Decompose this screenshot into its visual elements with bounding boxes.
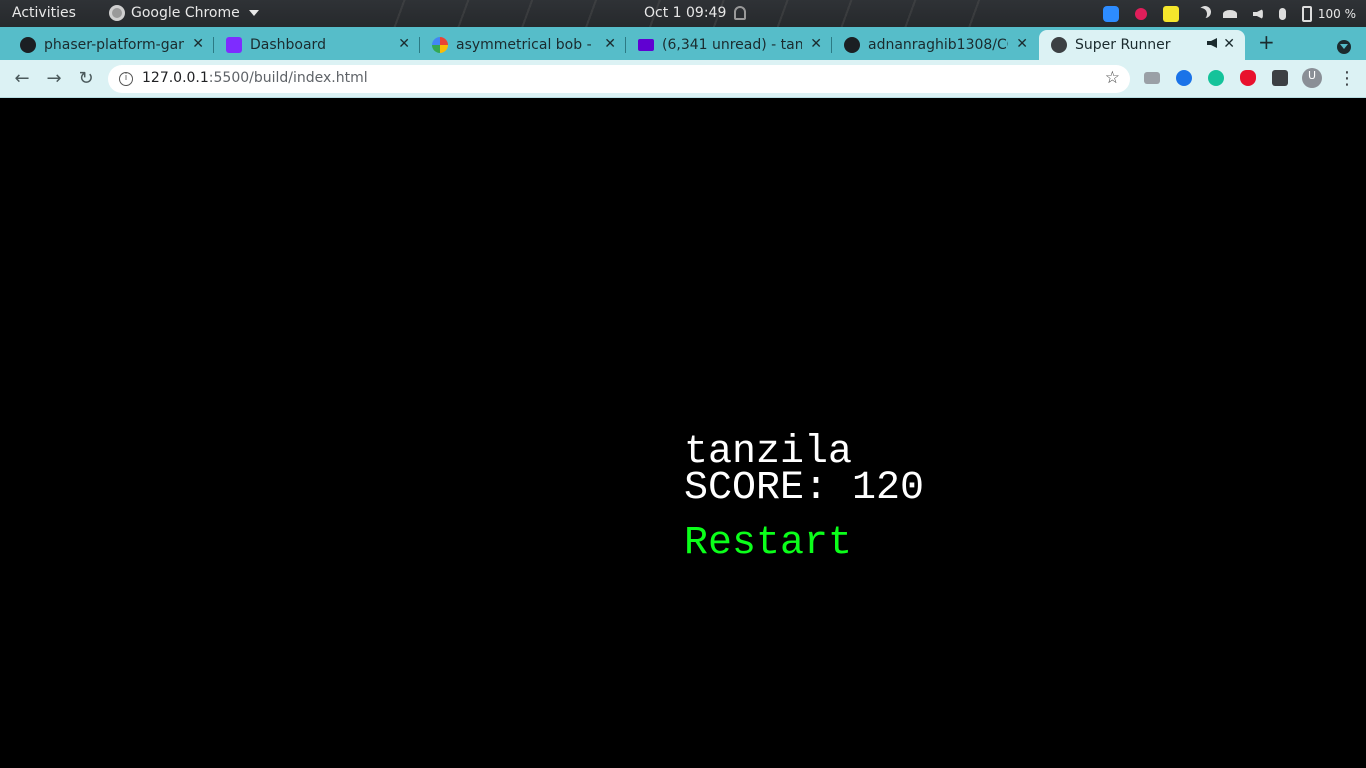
tab-github-repo[interactable]: adnanraghib1308/CC ✕: [824, 30, 1038, 60]
tab-title: asymmetrical bob - G: [456, 37, 596, 53]
chevron-down-icon: [248, 10, 259, 16]
url-path: :5500/build/index.html: [208, 70, 368, 86]
os-top-bar: Activities Google Chrome Oct 1 09:49 100…: [0, 0, 1366, 27]
microphone-icon: [1278, 8, 1286, 20]
tab-google-search[interactable]: asymmetrical bob - G ✕: [412, 30, 626, 60]
night-light-icon: [1195, 8, 1207, 20]
tab-title: Dashboard: [250, 37, 326, 53]
close-icon[interactable]: ✕: [192, 36, 204, 52]
tab-mail[interactable]: (6,341 unread) - tanzi ✕: [618, 30, 832, 60]
app-menu[interactable]: Google Chrome: [109, 5, 259, 21]
close-icon[interactable]: ✕: [604, 36, 616, 52]
google-icon: [432, 37, 448, 53]
github-icon: [844, 37, 860, 53]
new-tab-button[interactable]: +: [1258, 30, 1275, 54]
globe-icon: [1051, 37, 1067, 53]
close-icon[interactable]: ✕: [1223, 36, 1235, 52]
system-tray[interactable]: 100 %: [1087, 4, 1356, 24]
chrome-icon: [109, 5, 125, 21]
bookmark-star-icon[interactable]: ☆: [1105, 68, 1120, 88]
activities-button[interactable]: Activities: [12, 5, 76, 21]
battery-icon: [1301, 6, 1312, 22]
tab-phaser[interactable]: phaser-platform-gam ✕: [0, 30, 214, 60]
back-button[interactable]: ←: [11, 68, 33, 89]
info-icon[interactable]: i: [119, 72, 133, 86]
browser-toolbar: ← → ↻ i 127.0.0.1:5500/build/index.html …: [0, 60, 1366, 98]
notes-icon[interactable]: [1162, 6, 1179, 22]
tab-dashboard[interactable]: Dashboard ✕: [206, 30, 420, 60]
grammarly-icon[interactable]: [1208, 70, 1224, 86]
restart-button[interactable]: Restart: [684, 523, 852, 565]
url-host: 127.0.0.1: [142, 70, 209, 86]
dashboard-icon: [226, 37, 242, 53]
tab-strip: phaser-platform-gam ✕ Dashboard ✕ asymme…: [0, 27, 1366, 60]
close-icon[interactable]: ✕: [398, 36, 410, 52]
extensions-puzzle-icon[interactable]: [1272, 70, 1288, 86]
battery-percent: 100 %: [1317, 7, 1356, 21]
url-text[interactable]: 127.0.0.1:5500/build/index.html: [142, 70, 368, 86]
extension-red-icon[interactable]: [1240, 70, 1256, 86]
volume-icon: [1252, 9, 1263, 19]
score-text: SCORE: 120: [684, 466, 925, 511]
screenshot-extension-icon[interactable]: [1144, 72, 1160, 84]
github-icon: [20, 37, 36, 53]
forward-button[interactable]: →: [43, 68, 65, 89]
address-bar[interactable]: i 127.0.0.1:5500/build/index.html ☆: [108, 65, 1130, 93]
extension-blue-icon[interactable]: [1176, 70, 1192, 86]
profile-avatar[interactable]: U: [1302, 68, 1322, 88]
tab-title: phaser-platform-gam: [44, 37, 184, 53]
tab-title: (6,341 unread) - tanzi: [662, 37, 802, 53]
zoom-icon[interactable]: [1102, 6, 1119, 22]
app-name: Google Chrome: [131, 5, 240, 21]
clock[interactable]: Oct 1 09:49: [644, 5, 726, 21]
notifications-muted-icon: [734, 6, 746, 20]
tab-super-runner[interactable]: Super Runner ✕: [1039, 30, 1245, 60]
tab-title: Super Runner: [1075, 37, 1171, 53]
mail-icon: [638, 39, 654, 51]
close-icon[interactable]: ✕: [810, 36, 822, 52]
close-icon[interactable]: ✕: [1016, 36, 1028, 52]
tab-title: adnanraghib1308/CC: [868, 37, 1008, 53]
reload-button[interactable]: ↻: [75, 68, 97, 89]
slack-icon[interactable]: [1134, 8, 1147, 20]
game-canvas[interactable]: tanzila SCORE: 120 Restart: [0, 99, 1366, 768]
more-menu-icon[interactable]: ⋮: [1338, 68, 1356, 89]
tab-search-icon[interactable]: [1337, 40, 1351, 54]
wifi-icon: [1222, 10, 1237, 18]
